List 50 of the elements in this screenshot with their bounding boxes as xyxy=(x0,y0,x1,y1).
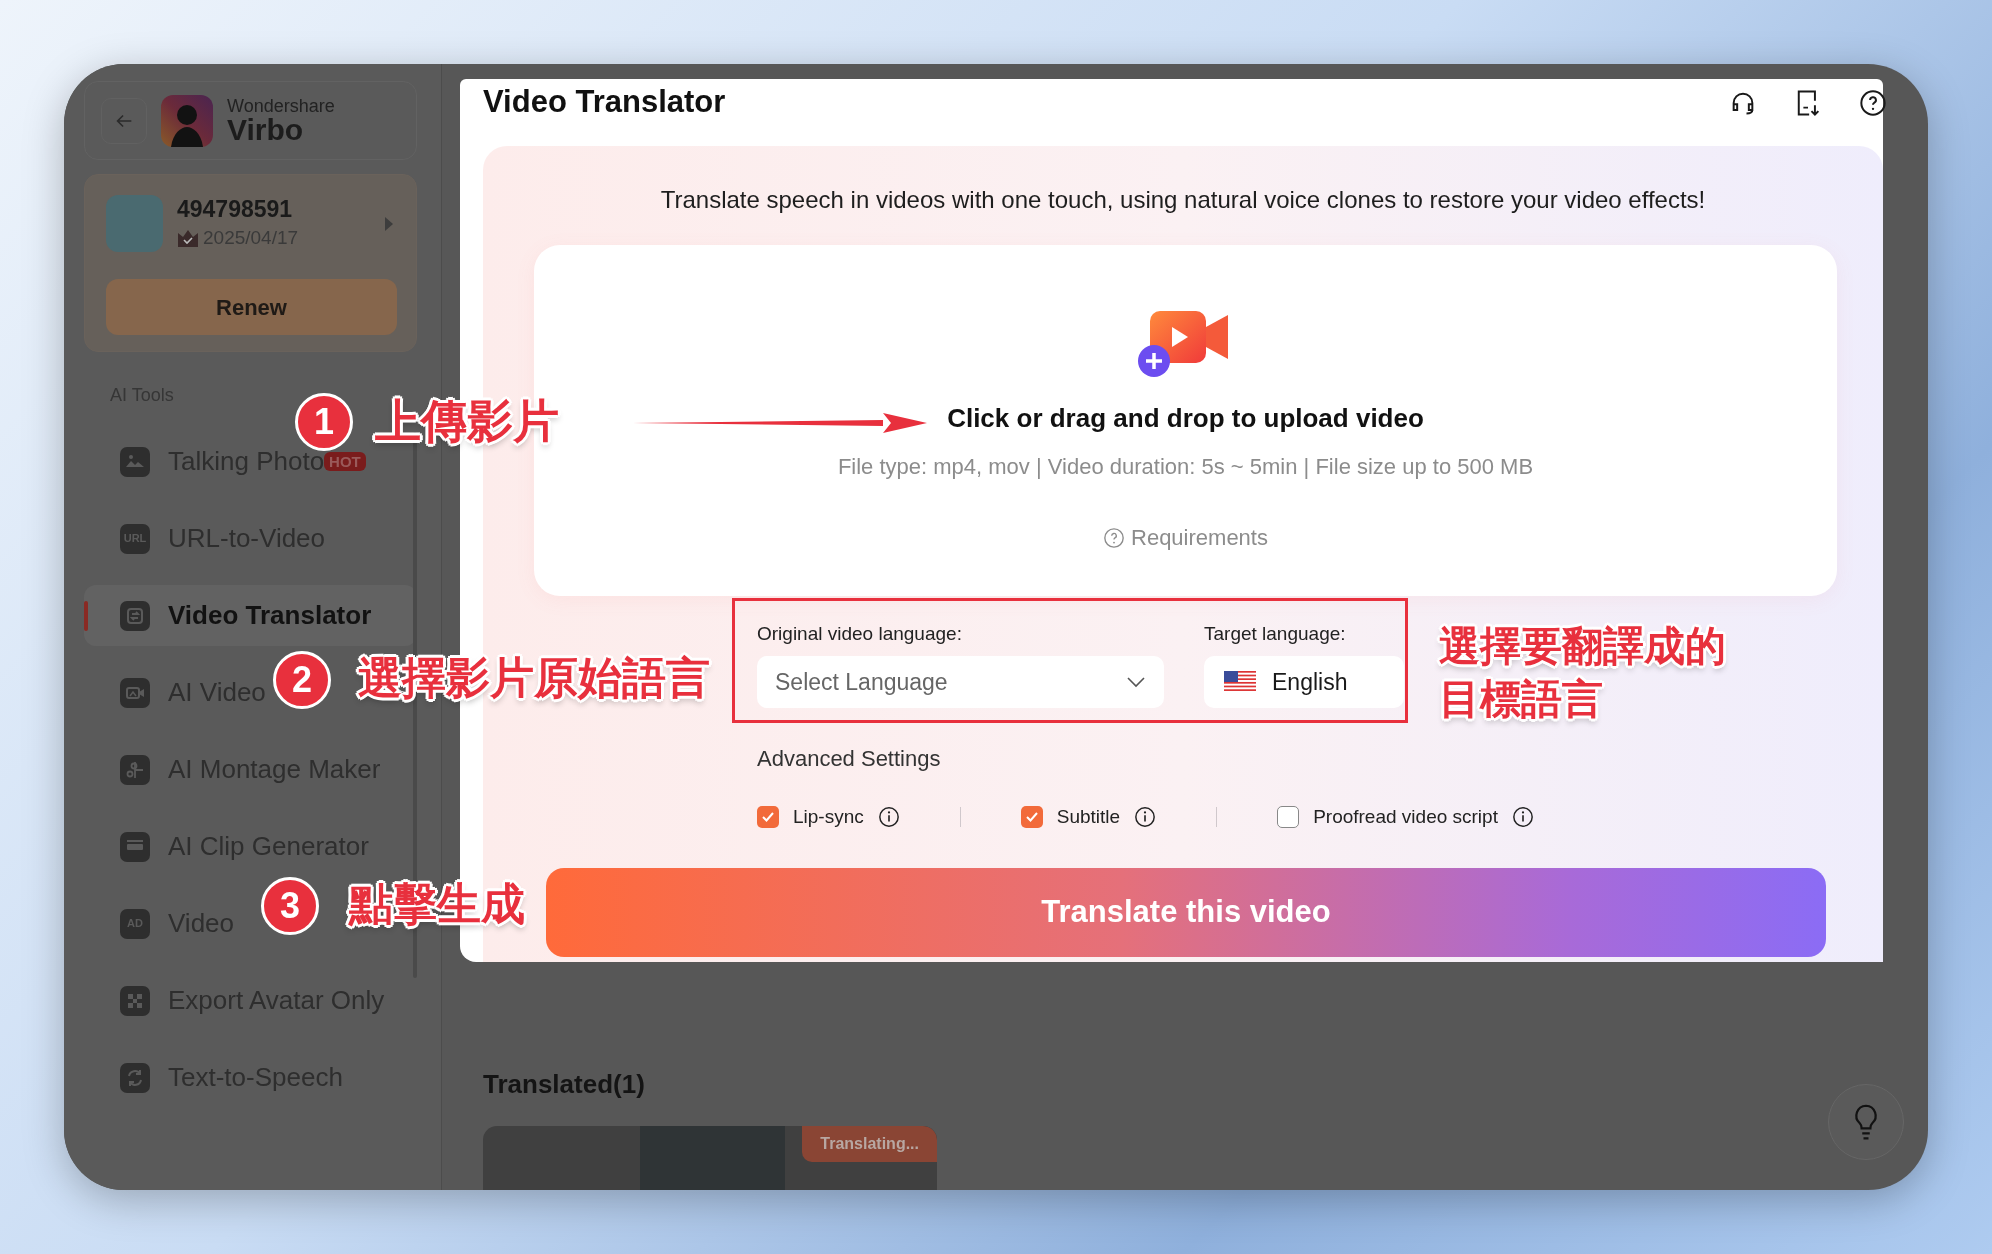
hot-badge: HOT xyxy=(324,452,366,471)
tool-icon xyxy=(120,831,150,862)
active-indicator xyxy=(84,601,88,631)
checkbox[interactable] xyxy=(1277,806,1300,829)
checkbox[interactable] xyxy=(757,806,779,829)
brand-name: Virbo xyxy=(227,114,305,145)
page-title: Video Translator xyxy=(483,83,726,122)
target-annotation: 目標語言 xyxy=(1439,675,1604,724)
info-icon[interactable] xyxy=(1134,806,1157,829)
section-heading: Translated(1) xyxy=(483,1068,646,1101)
subtitle-text: Translate speech in videos with one touch, using natural voice clones to restore your video effects! xyxy=(659,185,1707,215)
checkmark-icon xyxy=(1024,811,1039,824)
crown-icon xyxy=(177,229,199,247)
field-label: Target language: xyxy=(1204,622,1347,646)
language-select[interactable]: Select Language xyxy=(757,656,1164,708)
select-placeholder: Select Language xyxy=(775,667,948,697)
user-id: 494798591 xyxy=(177,195,294,224)
field-label: Original video language: xyxy=(757,622,963,646)
upload-prompt: Click or drag and drop to upload video xyxy=(947,402,1424,435)
sidebar-item-label: Video Translator xyxy=(168,599,372,632)
flag-icon xyxy=(1224,671,1256,693)
checkbox[interactable] xyxy=(1020,806,1043,829)
help-icon[interactable] xyxy=(1859,88,1887,117)
chevron-down-icon xyxy=(1126,676,1146,688)
status-badge: Translating... xyxy=(802,1126,937,1162)
target-language-value: English xyxy=(1272,667,1348,697)
tool-icon xyxy=(120,985,150,1016)
tool-icon xyxy=(120,446,150,477)
checkmark-icon xyxy=(761,811,775,824)
option-label: Subtitle xyxy=(1056,805,1121,829)
renew-button[interactable]: Renew xyxy=(106,279,397,336)
requirements-link[interactable]: Requirements xyxy=(1131,521,1268,554)
option-label: Lip-sync xyxy=(793,805,864,829)
tool-icon xyxy=(120,1062,150,1093)
advanced-settings-title: Advanced Settings xyxy=(757,745,942,773)
help-icon xyxy=(1103,526,1125,549)
file-requirements-text: File type: mp4, mov | Video duration: 5s ~ 5min | File size up to 500 MB xyxy=(837,453,1534,481)
tool-icon xyxy=(120,754,150,785)
target-language-select[interactable]: English xyxy=(1204,656,1404,708)
info-icon[interactable] xyxy=(877,806,900,829)
tool-icon xyxy=(120,677,150,708)
translate-button[interactable]: Translate this video xyxy=(546,867,1826,957)
target-annotation: 選擇要翻譯成的 xyxy=(1439,622,1726,671)
tool-icon xyxy=(120,600,150,631)
app-logo-icon xyxy=(161,94,213,147)
avatar-picture xyxy=(106,195,163,253)
info-icon[interactable] xyxy=(1511,806,1534,829)
option-label: Proofread video script xyxy=(1313,805,1498,829)
video-card[interactable]: Translating... xyxy=(483,1126,937,1190)
brand-subtitle: Wondershare xyxy=(227,96,335,115)
